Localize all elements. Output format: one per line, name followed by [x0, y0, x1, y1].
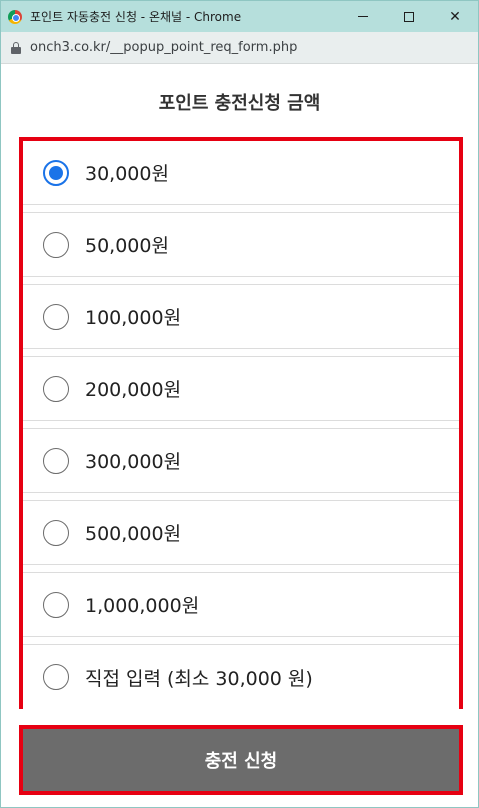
radio-unchecked[interactable]: [43, 664, 69, 690]
option-separator: [23, 349, 459, 357]
radio-unchecked[interactable]: [43, 447, 69, 474]
submit-highlight: 충전 신청: [19, 725, 463, 795]
amount-option-label[interactable]: 1,000,000원: [85, 591, 199, 618]
url-text: onch3.co.kr/__popup_point_req_form.php: [30, 40, 298, 55]
option-separator: [23, 565, 459, 573]
amount-option-label[interactable]: 50,000원: [85, 231, 169, 258]
radio-unchecked[interactable]: [43, 375, 69, 402]
popup-content: 포인트 충전신청 금액 30,000원 50,000원 100,000원 200,00…: [1, 65, 478, 807]
radio-unchecked[interactable]: [43, 591, 69, 618]
charge-request-button[interactable]: 충전 신청: [23, 729, 459, 791]
amount-option[interactable]: 200,000원: [23, 357, 459, 421]
chrome-icon: [8, 9, 22, 24]
amount-option-label[interactable]: 300,000원: [85, 447, 181, 474]
option-separator: [23, 205, 459, 213]
option-separator: [23, 277, 459, 285]
maximize-icon: [404, 11, 414, 22]
amount-option[interactable]: 100,000원: [23, 285, 459, 349]
maximize-button[interactable]: [386, 1, 432, 32]
minimize-icon: [358, 16, 368, 17]
page-title: 포인트 충전신청 금액: [158, 93, 321, 114]
address-bar[interactable]: onch3.co.kr/__popup_point_req_form.php: [1, 32, 478, 64]
amount-option-label[interactable]: 30,000원: [85, 159, 169, 186]
amount-option-label[interactable]: 200,000원: [85, 375, 181, 402]
amount-option-label[interactable]: 100,000원: [85, 303, 181, 330]
option-separator: [23, 637, 459, 645]
amount-option[interactable]: 500,000원: [23, 501, 459, 565]
lock-icon: [11, 41, 21, 54]
option-separator: [23, 421, 459, 429]
radio-unchecked[interactable]: [43, 303, 69, 330]
radio-checked[interactable]: [43, 159, 69, 186]
amount-option[interactable]: 30,000원: [23, 141, 459, 205]
title-bar[interactable]: 포인트 자동충전 신청 - 온채널 - Chrome ✕: [1, 1, 478, 32]
close-icon: ✕: [449, 8, 461, 25]
browser-window: 포인트 자동충전 신청 - 온채널 - Chrome ✕ onch3.co.kr…: [0, 0, 479, 808]
amount-option[interactable]: 50,000원: [23, 213, 459, 277]
amount-option[interactable]: 1,000,000원: [23, 573, 459, 637]
amount-options: 30,000원 50,000원 100,000원 200,000원 300,000원 50…: [19, 137, 463, 709]
amount-option[interactable]: 300,000원: [23, 429, 459, 493]
close-button[interactable]: ✕: [432, 1, 478, 32]
minimize-button[interactable]: [340, 1, 386, 32]
radio-unchecked[interactable]: [43, 519, 69, 546]
option-separator: [23, 493, 459, 501]
window-title: 포인트 자동충전 신청 - 온채널 - Chrome: [30, 10, 242, 24]
radio-unchecked[interactable]: [43, 231, 69, 258]
amount-option-label[interactable]: 500,000원: [85, 519, 181, 546]
amount-option[interactable]: 직접 입력 (최소 30,000 원): [23, 645, 459, 709]
amount-option-label[interactable]: 직접 입력 (최소 30,000 원): [85, 664, 313, 691]
